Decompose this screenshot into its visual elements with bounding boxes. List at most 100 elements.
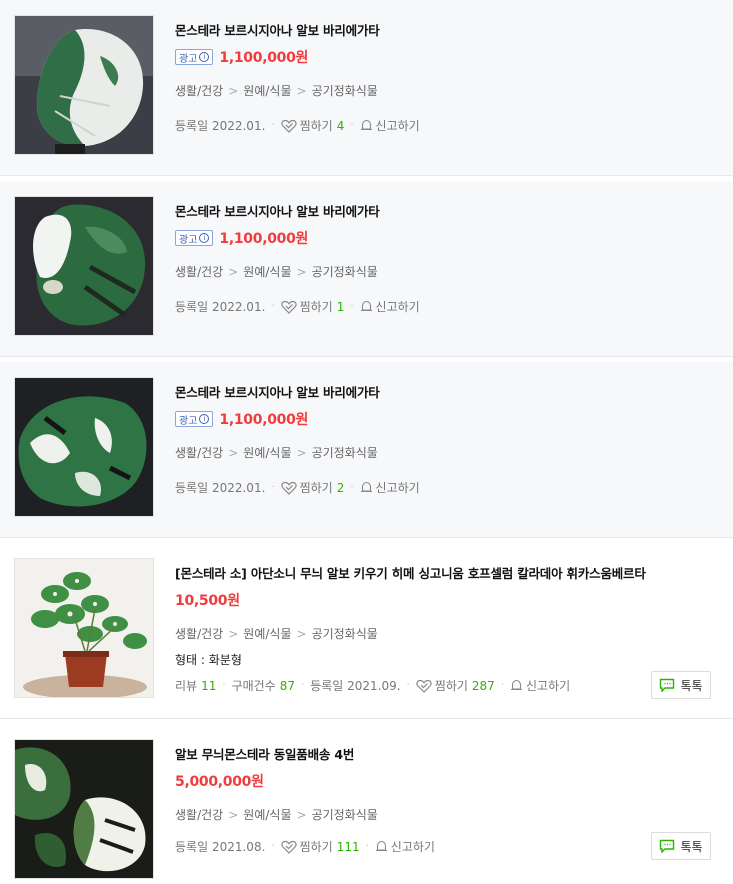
report-button[interactable]: 신고하기 (360, 117, 420, 134)
wish-label: 찜하기 (434, 679, 468, 693)
wish-button[interactable]: 찜하기 4 (280, 117, 344, 134)
category-level-2[interactable]: 원예/식물 (243, 84, 291, 98)
category-level-3[interactable]: 공기정화식물 (312, 808, 378, 822)
category-separator: > (296, 84, 307, 98)
product-thumbnail[interactable] (14, 558, 154, 698)
category-level-1[interactable]: 생활/건강 (175, 808, 223, 822)
talktalk-button[interactable]: 톡톡 (651, 832, 711, 860)
meta-row: 등록일 2022.01. · 찜하기 1 · 신고하기 (175, 298, 420, 315)
category-path: 생활/건강 > 원예/식물 > 공기정화식물 (175, 82, 378, 99)
category-separator: > (296, 808, 307, 822)
product-item: 몬스테라 보르시지아나 알보 바리에가타 광고 i 1,100,000원 생활/건… (0, 362, 733, 538)
ad-badge[interactable]: 광고 i (175, 49, 214, 65)
talktalk-button[interactable]: 톡톡 (651, 671, 711, 699)
product-title[interactable]: 알보 무늬몬스테라 동일품배송 4번 (175, 744, 354, 763)
review-link[interactable]: 리뷰 11 (175, 677, 216, 694)
dot-separator: · (500, 680, 504, 691)
dot-separator: · (271, 841, 275, 852)
purchase-count: 87 (279, 678, 296, 693)
registered-date: 2021.09. (347, 678, 401, 693)
review-count: 11 (201, 678, 217, 693)
price-row: 5,000,000원 (175, 771, 264, 791)
product-item: 몬스테라 보르시지아나 알보 바리에가타 광고 i 1,100,000원 생활/건… (0, 181, 733, 357)
product-title[interactable]: 몬스테라 보르시지아나 알보 바리에가타 (175, 382, 380, 401)
price-row: 10,500원 (175, 590, 240, 610)
category-separator: > (228, 446, 239, 460)
report-button[interactable]: 신고하기 (510, 677, 570, 694)
dot-separator: · (350, 120, 354, 131)
category-level-2[interactable]: 원예/식물 (243, 808, 291, 822)
dot-separator: · (271, 301, 275, 312)
report-button[interactable]: 신고하기 (375, 838, 435, 855)
wish-count: 287 (471, 678, 495, 693)
price-row: 광고 i 1,100,000원 (175, 47, 308, 67)
heart-icon (280, 840, 297, 854)
ad-badge[interactable]: 광고 i (175, 230, 214, 246)
category-separator: > (228, 265, 239, 279)
dot-separator: · (365, 841, 369, 852)
wish-button[interactable]: 찜하기 111 (280, 838, 360, 855)
plant-photo (15, 197, 153, 335)
heart-icon (280, 300, 297, 314)
heart-icon (280, 119, 297, 133)
ad-badge-label: 광고 (179, 415, 198, 427)
report-label: 신고하기 (390, 840, 435, 854)
report-button[interactable]: 신고하기 (360, 479, 420, 496)
price-row: 광고 i 1,100,000원 (175, 409, 308, 429)
category-path: 생활/건강 > 원예/식물 > 공기정화식물 (175, 263, 378, 280)
ad-badge-label: 광고 (179, 234, 198, 246)
wish-button[interactable]: 찜하기 2 (280, 479, 345, 496)
product-thumbnail[interactable] (14, 15, 154, 155)
wish-button[interactable]: 찜하기 287 (416, 677, 495, 694)
product-title[interactable]: 몬스테라 보르시지아나 알보 바리에가타 (175, 201, 380, 220)
category-level-3[interactable]: 공기정화식물 (312, 84, 378, 98)
category-level-3[interactable]: 공기정화식물 (312, 627, 378, 641)
registered-label: 등록일 (175, 300, 209, 314)
registered-date: 2022.01. (211, 299, 266, 314)
dot-separator: · (271, 120, 275, 131)
ad-badge[interactable]: 광고 i (175, 411, 214, 427)
wish-button[interactable]: 찜하기 1 (280, 298, 345, 315)
wish-label: 찜하기 (299, 300, 333, 314)
wish-count: 2 (336, 480, 345, 495)
registered-label: 등록일 (175, 119, 209, 133)
category-path: 생활/건강 > 원예/식물 > 공기정화식물 (175, 444, 378, 461)
bell-icon (511, 679, 522, 691)
product-item: 몬스테라 보르시지아나 알보 바리에가타 광고 i 1,100,000원 생활/건… (0, 0, 733, 176)
category-level-1[interactable]: 생활/건강 (175, 265, 223, 279)
category-level-2[interactable]: 원예/식물 (243, 627, 291, 641)
category-level-3[interactable]: 공기정화식물 (312, 265, 378, 279)
category-level-1[interactable]: 생활/건강 (175, 84, 223, 98)
heart-icon (280, 481, 297, 495)
registered-label: 등록일 (310, 679, 344, 693)
product-title[interactable]: 몬스테라 보르시지아나 알보 바리에가타 (175, 20, 380, 39)
report-label: 신고하기 (375, 481, 420, 495)
product-title[interactable]: [몬스테라 소] 아단소니 무늬 알보 키우기 히메 싱고니움 호프셀럼 칼라데… (175, 563, 646, 582)
product-thumbnail[interactable] (14, 196, 154, 336)
product-item: [몬스테라 소] 아단소니 무늬 알보 키우기 히메 싱고니움 호프셀럼 칼라데… (0, 543, 733, 719)
chat-bubble-icon (660, 678, 675, 692)
category-level-3[interactable]: 공기정화식물 (312, 446, 378, 460)
report-label: 신고하기 (526, 679, 571, 693)
product-item: 알보 무늬몬스테라 동일품배송 4번 5,000,000원 생활/건강 > 원예/식… (0, 724, 733, 884)
category-level-1[interactable]: 생활/건강 (175, 446, 223, 460)
info-icon: i (199, 414, 210, 424)
meta-row: 리뷰 11 · 구매건수 87 · 등록일 2021.09. · 찜하기 287 · … (175, 677, 570, 694)
wish-count: 1 (336, 299, 345, 314)
dot-separator: · (350, 301, 354, 312)
category-level-1[interactable]: 생활/건강 (175, 627, 223, 641)
category-level-2[interactable]: 원예/식물 (243, 265, 291, 279)
category-level-2[interactable]: 원예/식물 (243, 446, 291, 460)
product-price: 10,500원 (175, 593, 240, 609)
product-thumbnail[interactable] (14, 739, 154, 879)
dot-separator: · (271, 482, 275, 493)
category-separator: > (296, 446, 307, 460)
report-button[interactable]: 신고하기 (360, 298, 420, 315)
category-separator: > (228, 627, 239, 641)
product-thumbnail[interactable] (14, 377, 154, 517)
report-label: 신고하기 (375, 300, 420, 314)
product-price: 1,100,000원 (219, 231, 309, 247)
heart-icon (416, 679, 432, 693)
dot-separator: · (222, 680, 226, 691)
meta-row: 등록일 2022.01. · 찜하기 2 · 신고하기 (175, 479, 420, 496)
